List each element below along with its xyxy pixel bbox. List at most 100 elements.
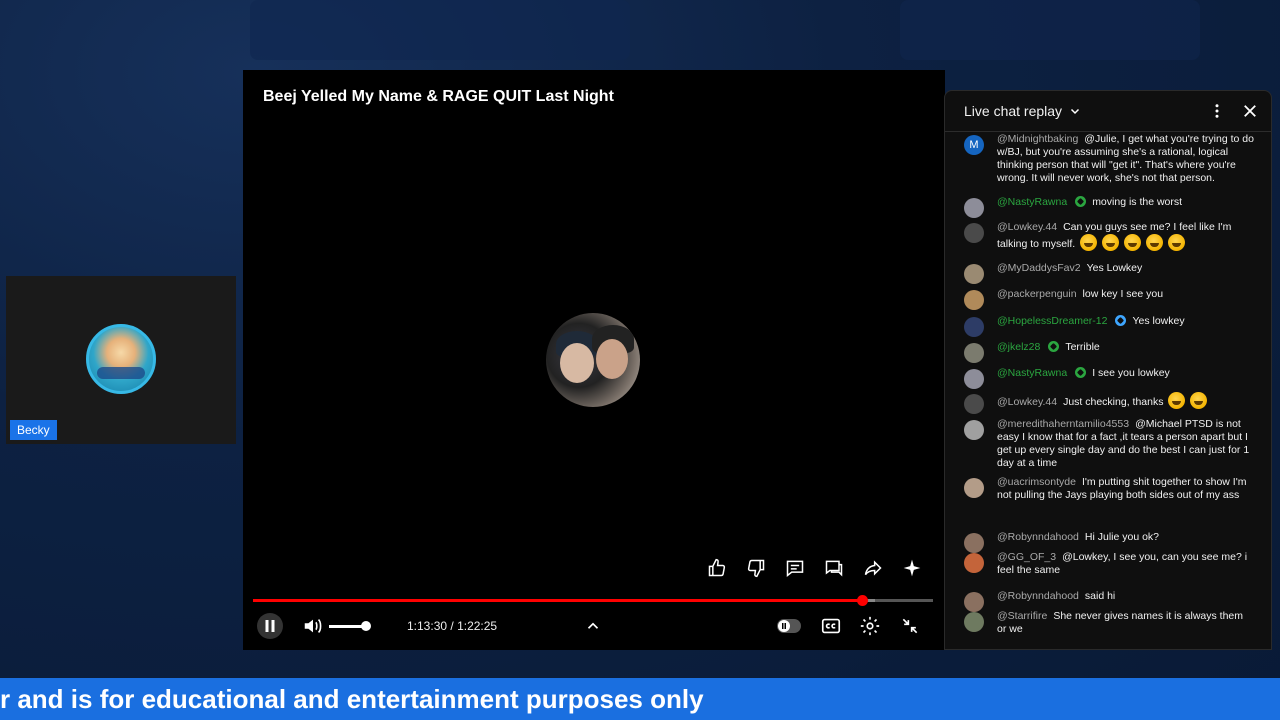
chat-avatar[interactable] — [964, 264, 984, 284]
video-player[interactable]: Beej Yelled My Name & RAGE QUIT Last Nig… — [243, 70, 945, 650]
chat-text: Terrible — [1065, 341, 1100, 353]
laughing-emoji-icon — [1124, 234, 1142, 251]
laughing-emoji-icon — [1146, 234, 1164, 251]
chat-author[interactable]: @Midnightbaking — [997, 133, 1078, 145]
chat-message-body: @HopelessDreamer-12 Yes lowkey — [997, 315, 1255, 328]
chat-author[interactable]: @meredithaherntamilio4553 — [997, 418, 1129, 430]
chat-avatar[interactable] — [964, 553, 984, 573]
laughing-emoji-icon — [1168, 234, 1186, 251]
ticker-banner: r and is for educational and entertainme… — [0, 678, 1280, 720]
chat-avatar[interactable] — [964, 533, 984, 553]
chat-author[interactable]: @NastyRawna — [997, 196, 1067, 208]
laughing-emoji-icon — [1080, 234, 1098, 251]
sparkle-icon[interactable] — [900, 556, 924, 580]
chat-author[interactable]: @MyDaddysFav2 — [997, 262, 1081, 274]
dislike-icon[interactable] — [744, 556, 768, 580]
pause-button[interactable] — [257, 612, 283, 640]
laughing-emoji-icon — [1102, 234, 1120, 251]
chat-message-body: @NastyRawna moving is the worst — [997, 196, 1255, 209]
chat-message-body: @meredithaherntamilio4553 @Michael PTSD i… — [997, 418, 1255, 470]
chat-message-body: @MyDaddysFav2 Yes Lowkey — [997, 262, 1255, 275]
background-shape — [250, 0, 630, 60]
chat-author[interactable]: @NastyRawna — [997, 367, 1067, 379]
chat-text: Just checking, thanks — [1063, 396, 1164, 408]
close-icon[interactable] — [1241, 102, 1259, 120]
chat-author[interactable]: @packerpenguin — [997, 288, 1077, 300]
chat-message-body: @Starrifire She never gives names it is a… — [997, 610, 1255, 636]
player-controls: 1:13:30 / 1:22:25 — [243, 612, 945, 640]
chat-avatar[interactable] — [964, 198, 984, 218]
video-title: Beej Yelled My Name & RAGE QUIT Last Nig… — [263, 88, 614, 105]
streamer-avatar — [86, 324, 156, 394]
chat-text: Hi Julie you ok? — [1084, 531, 1160, 543]
volume-icon[interactable] — [301, 612, 325, 640]
chat-avatar[interactable] — [964, 290, 984, 310]
chat-header: Live chat replay — [945, 91, 1271, 132]
chat-title-label: Live chat replay — [964, 103, 1063, 119]
chat-author[interactable]: @uacrimsontyde — [997, 476, 1076, 488]
chat-author[interactable]: @jkelz28 — [997, 341, 1040, 353]
chat-message-body: @Lowkey.44 Can you guys see me? I feel li… — [997, 221, 1255, 251]
chat-text: Yes lowkey — [1132, 315, 1185, 327]
autoplay-toggle[interactable] — [777, 612, 801, 640]
chat-message-body: @Robynndahood Hi Julie you ok? — [997, 531, 1255, 544]
chat-message-body: @packerpenguin low key I see you — [997, 288, 1255, 301]
background-shape — [900, 0, 1200, 60]
chat-avatar[interactable] — [964, 592, 984, 612]
settings-gear-icon[interactable] — [858, 612, 882, 640]
chat-text: Yes Lowkey — [1086, 262, 1143, 274]
chat-mode-dropdown[interactable]: Live chat replay — [964, 103, 1081, 119]
chat-message-body: @uacrimsontyde I'm putting shit together … — [997, 476, 1255, 502]
member-badge-icon — [1048, 341, 1060, 352]
chat-avatar[interactable] — [964, 420, 984, 440]
chevron-down-icon — [1070, 108, 1079, 115]
ticker-text: r and is for educational and entertainme… — [0, 684, 704, 714]
member-badge-icon — [1075, 367, 1087, 378]
like-icon[interactable] — [705, 556, 729, 580]
webcam-name-label: Becky — [10, 420, 57, 440]
chat-text: moving is the worst — [1092, 196, 1183, 208]
webcam-tile: Becky — [6, 276, 236, 444]
chat-avatar[interactable] — [964, 223, 984, 243]
chat-author[interactable]: @Lowkey.44 — [997, 221, 1057, 233]
chat-message-body: @Lowkey.44 Just checking, thanks — [997, 392, 1255, 409]
chat-message-body: @Midnightbaking @Julie, I get what you're… — [997, 133, 1255, 185]
progress-played — [253, 599, 862, 602]
chat-text: I see you lowkey — [1092, 367, 1170, 379]
current-time: 1:13:30 — [407, 619, 448, 633]
chat-icon[interactable] — [822, 556, 846, 580]
chat-message-body: @jkelz28 Terrible — [997, 341, 1255, 354]
chat-message-body: @GG_OF_3 @Lowkey, I see you, can you see … — [997, 551, 1255, 577]
chat-avatar[interactable] — [964, 478, 984, 498]
member-badge-icon — [1115, 315, 1127, 326]
chat-author[interactable]: @GG_OF_3 — [997, 551, 1056, 563]
chat-author[interactable]: @Lowkey.44 — [997, 396, 1057, 408]
chat-avatar[interactable] — [964, 317, 984, 337]
progress-bar[interactable] — [253, 595, 933, 606]
video-channel-image — [546, 313, 640, 407]
chevron-up-icon[interactable] — [581, 612, 605, 640]
chat-avatar[interactable] — [964, 612, 984, 632]
laughing-emoji-icon — [1168, 392, 1186, 409]
chat-avatar[interactable]: M — [964, 135, 984, 155]
chat-avatar[interactable] — [964, 343, 984, 363]
captions-button[interactable] — [819, 612, 843, 640]
chat-author[interactable]: @Robynndahood — [997, 531, 1079, 543]
chat-author[interactable]: @Robynndahood — [997, 590, 1079, 602]
chat-text: low key I see you — [1082, 288, 1164, 300]
comment-icon[interactable] — [783, 556, 807, 580]
action-bar — [705, 556, 924, 580]
chat-author[interactable]: @Starrifire — [997, 610, 1047, 622]
chat-author[interactable]: @HopelessDreamer-12 — [997, 315, 1107, 327]
volume-knob[interactable] — [361, 621, 371, 631]
share-icon[interactable] — [861, 556, 885, 580]
chat-message-body: @NastyRawna I see you lowkey — [997, 367, 1255, 380]
exit-fullscreen-icon[interactable] — [898, 612, 922, 640]
chat-message-body: @Robynndahood said hi — [997, 590, 1255, 603]
chat-avatar[interactable] — [964, 369, 984, 389]
progress-scrubber[interactable] — [856, 595, 868, 606]
chat-avatar[interactable] — [964, 394, 984, 414]
total-time: 1:22:25 — [457, 619, 498, 633]
more-options-icon[interactable] — [1208, 102, 1226, 120]
live-chat-panel: Live chat replay M @Midnightbaking @Julie,… — [944, 90, 1272, 650]
